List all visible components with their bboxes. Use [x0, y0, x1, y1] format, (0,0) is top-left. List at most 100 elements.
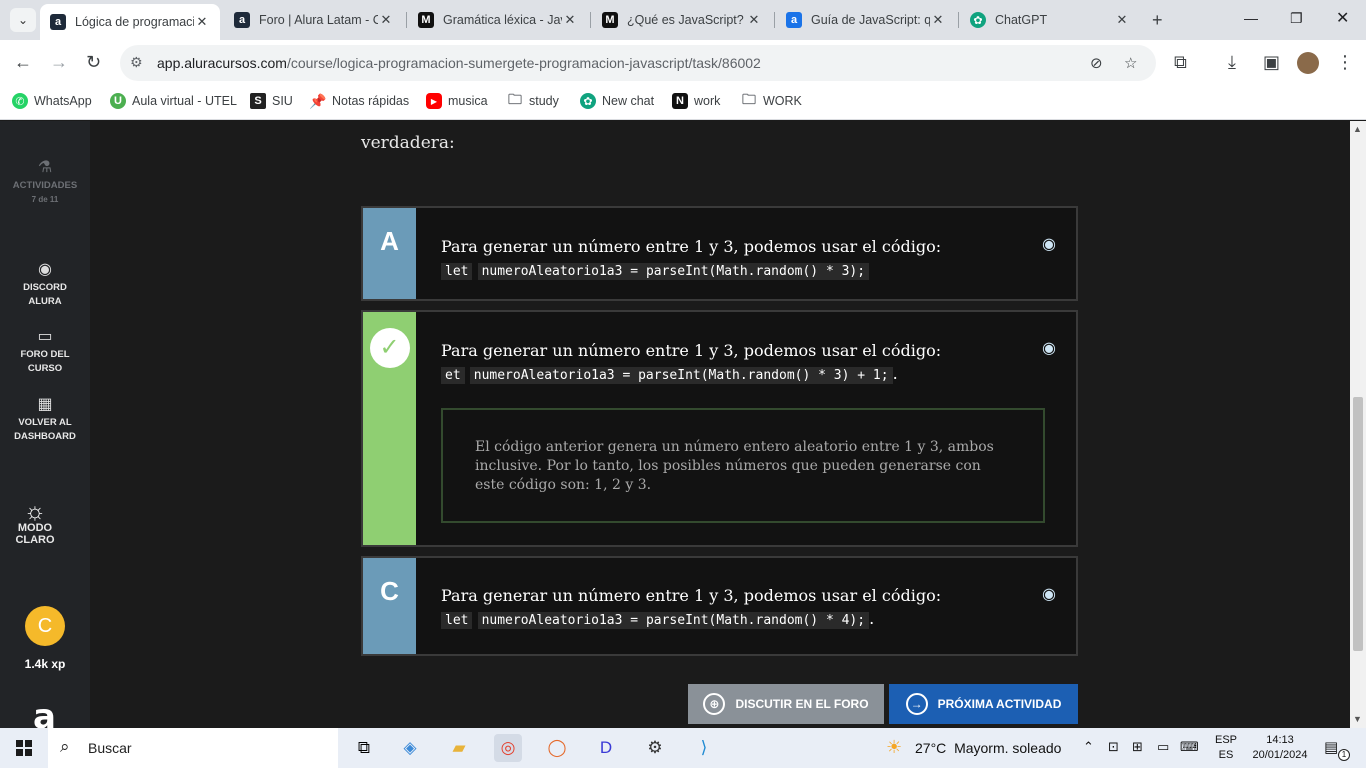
scroll-up-icon[interactable]: ▲ — [1353, 124, 1362, 134]
menu-kebab-icon[interactable]: ⋮ — [1336, 52, 1354, 73]
clock[interactable]: 14:13 20/01/2024 — [1248, 733, 1312, 763]
bookmark-work[interactable]: Nwork — [672, 93, 720, 109]
tab-title: Gramática léxica - JavaScript — [443, 13, 562, 27]
bookmark-siu[interactable]: S SIU — [250, 93, 293, 109]
windows-start-icon[interactable] — [16, 740, 32, 756]
url-text[interactable]: app.aluracursos.com/course/logica-progra… — [157, 55, 761, 71]
search-icon: ⌕ — [60, 737, 70, 756]
forward-icon[interactable]: → — [50, 52, 68, 73]
avatar[interactable]: C — [25, 606, 65, 646]
bookmarks-bar: ✆ WhatsApp U Aula virtual - UTEL S SIU 📌 Not… — [0, 86, 1366, 120]
close-tab-icon[interactable]: ✕ — [194, 14, 210, 30]
windows-taskbar: ⌕ Buscar ⧉ ◈ ▰ ◎ ◯ D ⚙ ⟩ ☀ 27°C Mayorm. … — [0, 728, 1366, 768]
show-hidden-icons[interactable]: ⌃ — [1083, 739, 1094, 755]
bookmark-work-folder[interactable]: 🗀 WORK — [741, 91, 802, 109]
extensions-icon[interactable]: ⧉ — [1174, 52, 1187, 73]
scrollbar-thumb[interactable] — [1353, 397, 1363, 651]
tab-search-button[interactable]: ⌄ — [10, 8, 36, 32]
tab-que-es-javascript[interactable]: M ¿Qué es JavaScript? - MDN ✕ — [592, 4, 772, 36]
weather-widget[interactable]: 27°C Mayorm. soleado — [915, 740, 1061, 756]
option-text: Para generar un número entre 1 y 3, pode… — [441, 584, 961, 632]
eye-icon[interactable]: ◉ — [1042, 234, 1056, 254]
disney-plus-icon[interactable]: D — [592, 734, 620, 762]
tab-separator — [958, 12, 959, 28]
dashboard-item[interactable]: ▦ VOLVER AL DASHBOARD — [0, 397, 90, 444]
discuss-forum-button[interactable]: ⊕ DISCUTIR EN EL FORO — [688, 684, 884, 724]
taskbar-search[interactable]: ⌕ Buscar — [48, 728, 338, 768]
alura-icon: a — [50, 14, 66, 30]
page-scrollbar[interactable]: ▲ ▼ — [1350, 121, 1366, 728]
file-explorer-icon[interactable]: ▰ — [445, 734, 473, 762]
side-panel-icon[interactable]: ▣ — [1263, 52, 1280, 73]
tab-chatgpt[interactable]: ✿ ChatGPT ✕ — [960, 4, 1140, 36]
settings-gear-icon[interactable]: ⚙ — [641, 734, 669, 762]
code-snippet: let — [441, 263, 473, 280]
eye-icon[interactable]: ◉ — [1042, 338, 1056, 358]
bookmark-musica[interactable]: ▶ musica — [426, 93, 488, 109]
tab-guia-javascript[interactable]: a Guía de JavaScript: qué es ✕ — [776, 4, 956, 36]
navigation-bar: ← → ↻ ⚙ app.aluracursos.com/course/logic… — [0, 40, 1366, 86]
tab-separator — [590, 12, 591, 28]
question-text: verdadera: — [361, 133, 455, 153]
vscode-icon[interactable]: ⟩ — [690, 734, 718, 762]
mdn-icon: M — [602, 12, 618, 28]
bookmark-study[interactable]: 🗀 study — [507, 91, 559, 109]
tablet-app-icon[interactable]: ◈ — [396, 734, 424, 762]
minimize-icon[interactable]: — — [1244, 10, 1258, 26]
close-tab-icon[interactable]: ✕ — [378, 12, 394, 28]
new-tab-button[interactable]: + — [1152, 10, 1163, 31]
profile-avatar[interactable] — [1297, 52, 1319, 74]
discord-item[interactable]: ◉ DISCORD ALURA — [0, 262, 90, 309]
close-tab-icon[interactable]: ✕ — [746, 12, 762, 28]
chrome-icon[interactable]: ◎ — [494, 734, 522, 762]
tab-foro-alura[interactable]: a Foro | Alura Latam - Cursos ✕ — [224, 4, 404, 36]
window-close-icon[interactable]: ✕ — [1336, 8, 1349, 28]
weather-text: Mayorm. soleado — [954, 740, 1062, 756]
forum-item[interactable]: ▭ FORO DEL CURSO — [0, 329, 90, 376]
bookmark-new-chat[interactable]: ✿ New chat — [580, 93, 654, 109]
bookmark-label: musica — [448, 94, 488, 108]
answer-option-b[interactable]: ✓ Para generar un número entre 1 y 3, po… — [361, 310, 1078, 547]
opera-gx-icon[interactable]: ◯ — [543, 734, 571, 762]
back-icon[interactable]: ← — [14, 52, 32, 73]
bookmark-star-icon[interactable]: ☆ — [1124, 54, 1137, 72]
restore-icon[interactable]: ❐ — [1290, 10, 1303, 27]
eye-icon[interactable]: ◉ — [1042, 584, 1056, 604]
close-tab-icon[interactable]: ✕ — [930, 12, 946, 28]
tab-logica-programacion[interactable]: a Lógica de programación ✕ — [40, 4, 220, 40]
tab-title: ChatGPT — [995, 13, 1048, 27]
sun-icon: ☼ — [24, 498, 46, 525]
tab-title: Guía de JavaScript: qué es — [811, 13, 930, 27]
option-suffix: . — [892, 364, 898, 383]
battery-icon[interactable]: ▭ — [1157, 739, 1169, 755]
tab-gramatica-lexica[interactable]: M Gramática léxica - JavaScript ✕ — [408, 4, 588, 36]
notification-icon[interactable]: ▤ — [1324, 738, 1338, 756]
meet-now-icon[interactable]: ⊡ — [1108, 739, 1119, 755]
close-tab-icon[interactable]: ✕ — [1114, 12, 1130, 28]
bookmark-label: New chat — [602, 94, 655, 108]
bookmark-notas[interactable]: 📌 Notas rápidas — [309, 93, 409, 109]
activities-item[interactable]: ⚗ ACTIVIDADES 7 de 11 — [0, 160, 90, 207]
site-settings-icon[interactable]: ⚙ — [130, 54, 143, 71]
temperature: 27°C — [915, 740, 947, 756]
mode-label: MODO CLARO — [15, 522, 55, 546]
reload-icon[interactable]: ↻ — [86, 52, 101, 73]
alura-logo-icon[interactable]: a — [33, 697, 56, 728]
scroll-down-icon[interactable]: ▼ — [1353, 714, 1362, 724]
answer-option-c[interactable]: C Para generar un número entre 1 y 3, po… — [361, 556, 1078, 656]
network-icon[interactable]: ⊞ — [1132, 739, 1143, 755]
download-icon[interactable]: ⤓ — [1228, 52, 1236, 73]
task-view-icon[interactable]: ⧉ — [350, 734, 378, 762]
eye-off-icon[interactable]: ⊘ — [1090, 54, 1103, 72]
xp-counter: 1.4k xp — [24, 657, 66, 671]
answer-option-a[interactable]: A Para generar un número entre 1 y 3, po… — [361, 206, 1078, 301]
next-activity-button[interactable]: → PRÓXIMA ACTIVIDAD — [889, 684, 1078, 724]
bookmark-whatsapp[interactable]: ✆ WhatsApp — [12, 93, 92, 109]
address-bar[interactable]: ⚙ app.aluracursos.com/course/logica-prog… — [120, 45, 1156, 81]
keyboard-icon[interactable]: ⌨ — [1180, 739, 1199, 755]
language-indicator[interactable]: ESP ES — [1215, 733, 1237, 763]
bookmark-label: SIU — [272, 94, 293, 108]
bookmark-utel[interactable]: U Aula virtual - UTEL — [110, 93, 237, 109]
close-tab-icon[interactable]: ✕ — [562, 12, 578, 28]
light-mode-toggle[interactable]: ☼ MODO CLARO — [0, 498, 80, 547]
